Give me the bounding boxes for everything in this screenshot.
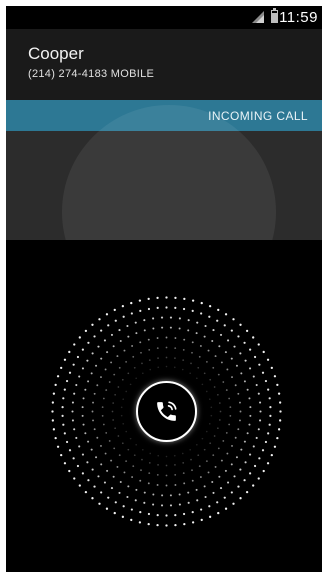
status-bar: 11:59	[6, 6, 322, 29]
status-time: 11:59	[279, 9, 318, 26]
caller-photo-area	[6, 131, 322, 240]
phone-handset-icon	[157, 401, 177, 421]
caller-info: Cooper (214) 274-4183 MOBILE	[6, 29, 322, 100]
call-state-banner: INCOMING CALL	[6, 100, 322, 131]
incoming-call-screen: 11:59 Cooper (214) 274-4183 MOBILE INCOM…	[6, 6, 322, 572]
glowpad-area	[6, 240, 322, 572]
signal-icon	[252, 11, 264, 23]
battery-icon	[271, 8, 278, 23]
call-state-label: INCOMING CALL	[208, 109, 308, 123]
caller-name: Cooper	[28, 44, 84, 63]
caller-number: (214) 274-4183 MOBILE	[28, 68, 155, 80]
answer-call-button[interactable]	[136, 381, 197, 442]
